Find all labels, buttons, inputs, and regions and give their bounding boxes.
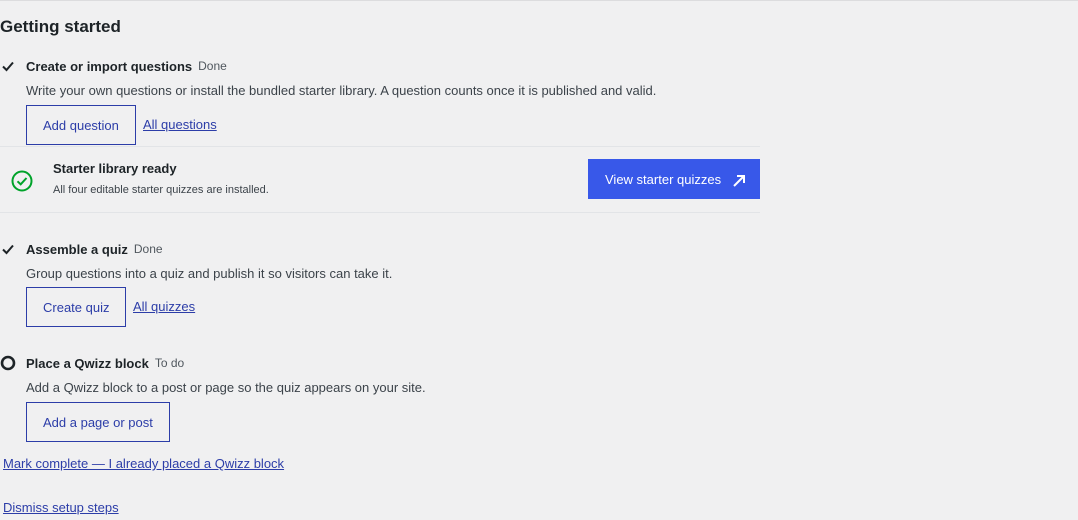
mark-complete-link[interactable]: Mark complete — I already placed a Qwizz…: [3, 456, 284, 471]
step-description: Add a Qwizz block to a post or page so t…: [26, 380, 426, 395]
step-title: Create or import questions: [26, 58, 193, 74]
external-arrow-icon: [732, 174, 746, 191]
page-title: Getting started: [0, 17, 121, 36]
step-title: Assemble a quiz: [26, 241, 128, 257]
starter-library-panel: Starter library ready All four editable …: [0, 146, 760, 213]
step-assemble-quiz: Assemble a quiz Done: [0, 241, 163, 257]
create-quiz-button[interactable]: Create quiz: [26, 287, 127, 327]
all-questions-link[interactable]: All questions: [143, 117, 217, 132]
add-question-button[interactable]: Add question: [26, 105, 136, 145]
check-circle-icon: [11, 170, 33, 197]
step-description: Group questions into a quiz and publish …: [26, 266, 393, 281]
checkmark-icon: [0, 58, 16, 74]
status-badge: To do: [154, 356, 185, 370]
step-title: Place a Qwizz block: [26, 355, 149, 371]
starter-description: All four editable starter quizzes are in…: [53, 184, 269, 196]
dismiss-setup-link[interactable]: Dismiss setup steps: [3, 500, 119, 515]
starter-title: Starter library ready: [53, 161, 177, 176]
step-create-questions: Create or import questions Done: [0, 58, 227, 74]
status-badge: Done: [198, 59, 227, 73]
checkmark-icon: [0, 241, 16, 257]
todo-circle-icon: [0, 355, 16, 371]
step-description: Write your own questions or install the …: [26, 83, 657, 98]
add-page-or-post-button[interactable]: Add a page or post: [26, 402, 170, 442]
view-starter-quizzes-button[interactable]: View starter quizzes: [588, 159, 760, 199]
status-badge: Done: [133, 242, 163, 256]
top-divider: [0, 0, 1078, 1]
all-quizzes-link[interactable]: All quizzes: [133, 299, 195, 314]
step-place-block: Place a Qwizz block To do: [0, 355, 184, 371]
button-label: View starter quizzes: [605, 171, 722, 187]
